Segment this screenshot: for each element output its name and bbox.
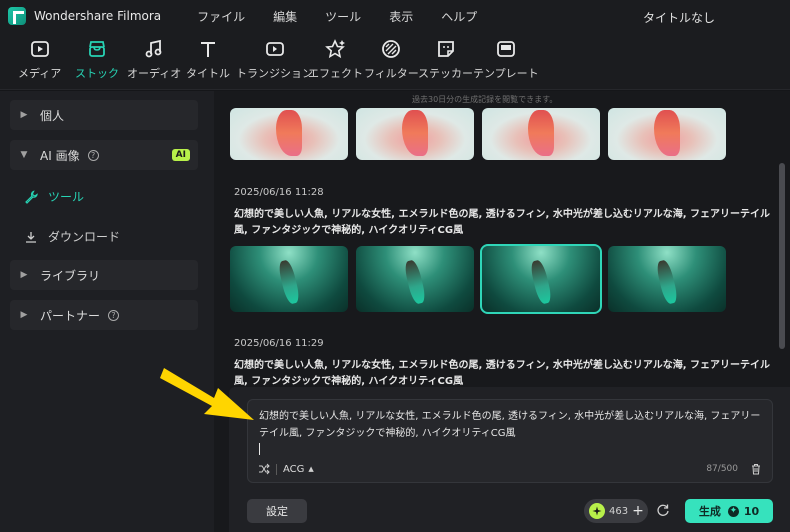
app-title: Wondershare Filmora bbox=[34, 9, 162, 23]
menu-bar: ファイル 編集 ツール 表示 ヘルプ bbox=[197, 8, 505, 25]
menu-view[interactable]: 表示 bbox=[389, 8, 413, 25]
generated-image[interactable] bbox=[230, 246, 348, 312]
sidebar-item-personal[interactable]: ▶ 個人 bbox=[10, 100, 198, 130]
credits-balance[interactable]: 463 + bbox=[584, 499, 648, 523]
document-title: タイトルなし bbox=[643, 11, 716, 25]
style-value: ACG bbox=[283, 463, 305, 475]
generated-image[interactable] bbox=[608, 246, 726, 312]
generated-image[interactable] bbox=[356, 108, 474, 160]
generate-button[interactable]: 生成 ✦ 10 bbox=[685, 499, 773, 523]
entry-prompt: 幻想的で美しい人魚, リアルな女性, エメラルド色の尾, 透けるフィン, 水中光… bbox=[234, 360, 771, 387]
settings-button[interactable]: 設定 bbox=[247, 499, 307, 523]
tool-media[interactable]: メディア bbox=[18, 38, 61, 81]
chevron-down-icon: ▼ bbox=[20, 150, 28, 160]
menu-tools[interactable]: ツール bbox=[325, 8, 361, 25]
tool-stock[interactable]: ストック bbox=[75, 38, 119, 81]
tool-title[interactable]: タイトル bbox=[186, 38, 230, 81]
music-note-icon bbox=[145, 39, 162, 58]
menu-file[interactable]: ファイル bbox=[197, 8, 245, 25]
filmora-logo-icon bbox=[8, 7, 26, 25]
sidebar-item-partner[interactable]: ▶ パートナー ? bbox=[10, 300, 198, 330]
shuffle-icon[interactable] bbox=[258, 463, 270, 475]
ai-badge: AI bbox=[171, 149, 190, 161]
credit-coin-icon bbox=[589, 503, 605, 519]
tool-template[interactable]: テンプレート bbox=[473, 38, 539, 81]
annotation-arrow-icon bbox=[160, 368, 254, 420]
chevron-right-icon: ▶ bbox=[20, 270, 28, 280]
transition-icon bbox=[265, 42, 284, 56]
wrench-icon bbox=[25, 189, 38, 204]
sticker-icon bbox=[437, 41, 454, 57]
generated-image-selected[interactable] bbox=[480, 244, 602, 314]
text-caret bbox=[259, 443, 260, 455]
chevron-right-icon: ▶ bbox=[20, 110, 28, 120]
help-icon[interactable]: ? bbox=[87, 149, 99, 161]
trash-icon[interactable] bbox=[750, 463, 762, 475]
sidebar-item-download[interactable]: ダウンロード bbox=[24, 228, 120, 245]
download-icon bbox=[26, 231, 36, 243]
template-icon bbox=[496, 41, 515, 57]
character-count: 87/500 bbox=[706, 464, 738, 474]
caret-up-icon: ▲ bbox=[308, 465, 314, 473]
tool-transition[interactable]: トランジション bbox=[236, 38, 313, 81]
prompt-input[interactable]: 幻想的で美しい人魚, リアルな女性, エメラルド色の尾, 透けるフィン, 水中光… bbox=[247, 399, 773, 483]
tool-sticker[interactable]: ステッカー bbox=[418, 38, 473, 81]
add-credits-icon[interactable]: + bbox=[632, 503, 644, 519]
prompt-text[interactable]: 幻想的で美しい人魚, リアルな女性, エメラルド色の尾, 透けるフィン, 水中光… bbox=[259, 408, 764, 455]
generated-image[interactable] bbox=[230, 108, 348, 160]
menu-edit[interactable]: 編集 bbox=[273, 8, 297, 25]
entry-timestamp: 2025/06/16 11:29 bbox=[234, 338, 324, 349]
title-T-icon bbox=[201, 42, 215, 57]
stock-icon bbox=[89, 41, 105, 57]
menu-help[interactable]: ヘルプ bbox=[441, 8, 477, 25]
refresh-icon[interactable] bbox=[656, 503, 670, 517]
sidebar-item-library[interactable]: ▶ ライブラリ bbox=[10, 260, 198, 290]
media-icon bbox=[30, 41, 49, 57]
help-icon[interactable]: ? bbox=[108, 309, 120, 321]
scrollbar[interactable] bbox=[779, 163, 785, 349]
entry-timestamp: 2025/06/16 11:28 bbox=[234, 187, 324, 198]
entry-prompt: 幻想的で美しい人魚, リアルな女性, エメラルド色の尾, 透けるフィン, 水中光… bbox=[234, 209, 771, 236]
generated-image[interactable] bbox=[608, 108, 726, 160]
chevron-right-icon: ▶ bbox=[20, 310, 28, 320]
generated-image[interactable] bbox=[356, 246, 474, 312]
generated-image[interactable] bbox=[482, 108, 600, 160]
tool-filter[interactable]: フィルター bbox=[364, 38, 419, 81]
sidebar-item-tools[interactable]: ツール bbox=[24, 188, 84, 205]
divider bbox=[276, 463, 277, 475]
history-notice: 過去30日分の生成記録を閲覧できます。 bbox=[412, 95, 558, 104]
title-bar: Wondershare Filmora ファイル 編集 ツール 表示 ヘルプ タ… bbox=[0, 0, 790, 32]
tool-effect[interactable]: エフェクト bbox=[308, 38, 363, 81]
sidebar-item-ai-image[interactable]: ▼ AI 画像 ? AI bbox=[10, 140, 198, 170]
credit-coin-icon: ✦ bbox=[727, 505, 739, 517]
main-toolbar: メディア ストック オーディオ タイトル トランジション エフェクト フィルター… bbox=[0, 32, 790, 90]
style-selector[interactable]: ACG ▲ bbox=[258, 463, 314, 475]
filter-icon bbox=[382, 40, 401, 58]
sidebar: ▶ 個人 ▼ AI 画像 ? AI ツール ダウンロード ▶ ライブラリ ▶ パ… bbox=[0, 91, 214, 532]
effect-star-icon bbox=[324, 39, 345, 59]
credit-count: 463 bbox=[609, 505, 629, 517]
tool-audio[interactable]: オーディオ bbox=[127, 38, 181, 81]
